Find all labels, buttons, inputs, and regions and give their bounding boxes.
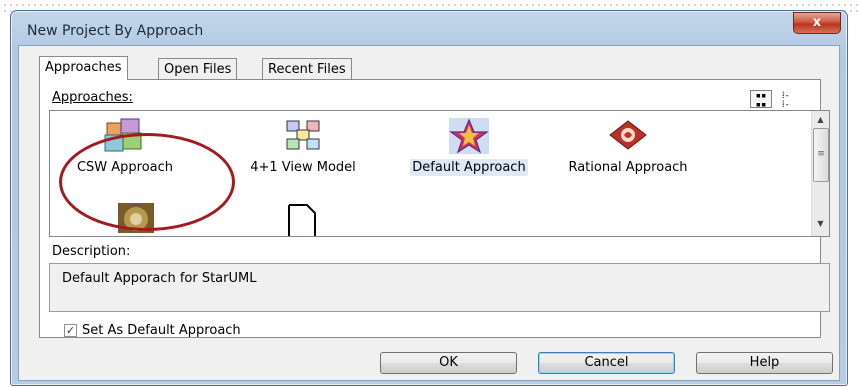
list-item-empty-document[interactable] xyxy=(282,203,322,236)
ok-button[interactable]: OK xyxy=(380,352,517,374)
tab-open-files[interactable]: Open Files xyxy=(158,58,238,79)
list-item-rational-approach[interactable]: Rational Approach xyxy=(552,117,704,176)
rational-approach-icon xyxy=(609,120,647,150)
approaches-label: Approaches: xyxy=(52,90,133,105)
dialog-window: New Project By Approach x Approaches Ope… xyxy=(10,10,848,386)
list-item-4-1-view-model[interactable]: 4+1 View Model xyxy=(238,117,368,176)
empty-document-icon xyxy=(288,204,316,236)
set-default-label[interactable]: Set As Default Approach xyxy=(82,323,241,338)
vertical-scrollbar[interactable]: ▲ ≡ ▼ xyxy=(811,111,829,236)
list-item-image-approach[interactable] xyxy=(112,203,160,236)
item-label: 4+1 View Model xyxy=(250,160,356,175)
description-text: Default Apporach for StarUML xyxy=(62,271,257,286)
description-box: Default Apporach for StarUML xyxy=(49,263,830,312)
list-item-default-approach[interactable]: Default Approach xyxy=(394,117,544,176)
dialog-title: New Project By Approach xyxy=(27,23,204,39)
help-button[interactable]: Help xyxy=(696,352,833,374)
default-approach-icon xyxy=(449,118,489,154)
list-item-csw-approach[interactable]: CSW Approach xyxy=(60,117,190,176)
large-icons-view-icon[interactable]: ▪▪ ▪▪ xyxy=(750,90,772,110)
set-default-checkbox[interactable]: ✓ xyxy=(64,324,77,337)
view-model-icon xyxy=(286,120,320,150)
item-label: CSW Approach xyxy=(76,160,174,175)
description-label: Description: xyxy=(52,244,131,259)
list-view-icon[interactable]: ⁞- ⁞- xyxy=(775,90,797,110)
approaches-list[interactable]: CSW Approach 4+1 View Model Default Appr… xyxy=(49,110,830,237)
tab-recent-files[interactable]: Recent Files xyxy=(262,58,352,79)
csw-approach-icon xyxy=(104,118,142,152)
image-approach-icon xyxy=(118,203,154,233)
scroll-thumb[interactable]: ≡ xyxy=(813,128,829,182)
item-label: Default Approach xyxy=(410,159,528,176)
scroll-down-arrow-icon[interactable]: ▼ xyxy=(812,215,829,232)
scroll-up-arrow-icon[interactable]: ▲ xyxy=(812,111,829,128)
tab-approaches[interactable]: Approaches xyxy=(39,56,128,80)
dialog-client-area: Approaches Open Files Recent Files Appro… xyxy=(18,45,840,381)
cancel-button[interactable]: Cancel xyxy=(538,352,675,374)
close-button[interactable]: x xyxy=(793,12,841,34)
item-label: Rational Approach xyxy=(568,160,688,175)
